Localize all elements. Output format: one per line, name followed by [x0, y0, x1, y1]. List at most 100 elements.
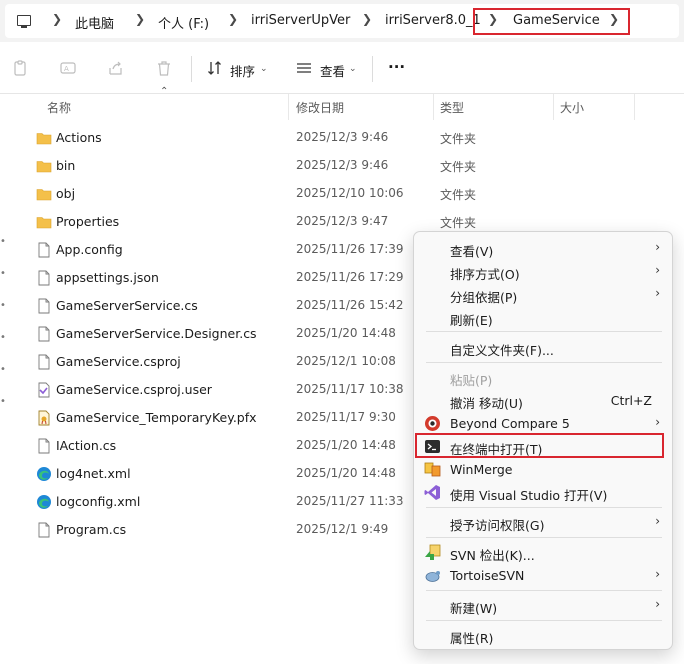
computer-icon[interactable]: [17, 15, 31, 28]
chevron-right-icon[interactable]: ❯: [228, 12, 238, 26]
file-name: Actions: [56, 130, 102, 145]
breadcrumb-item-folder[interactable]: irriServerUpVer: [251, 13, 350, 28]
file-name: Program.cs: [56, 522, 127, 537]
svg-text:A: A: [64, 65, 69, 73]
file-type: 文件夹: [440, 188, 477, 202]
pin-icon[interactable]: •: [0, 364, 10, 375]
file-date: 2025/11/17 9:30: [296, 410, 396, 424]
file-row[interactable]: log4net.xml 2025/1/20 14:48: [20, 460, 420, 488]
breadcrumb-item-pc[interactable]: 此电脑: [75, 13, 114, 32]
menu-item-group[interactable]: 分组依据(P) ›: [414, 283, 672, 306]
file-row[interactable]: bin 2025/12/3 9:46 文件夹: [20, 152, 476, 180]
menu-item-new[interactable]: 新建(W) ›: [414, 594, 672, 617]
menu-shortcut: Ctrl+Z: [610, 393, 652, 408]
menu-item-beyond-compare[interactable]: Beyond Compare 5 ›: [414, 412, 672, 435]
menu-separator: [426, 362, 662, 363]
file-date: 2025/12/3 9:47: [296, 214, 389, 228]
chevron-right-icon[interactable]: ❯: [52, 12, 62, 26]
column-divider[interactable]: [634, 94, 635, 120]
menu-item-properties[interactable]: 属性(R): [414, 624, 672, 647]
file-row[interactable]: GameServerService.Designer.cs 2025/1/20 1…: [20, 320, 420, 348]
file-row[interactable]: Properties 2025/12/3 9:47 文件夹: [20, 208, 476, 236]
menu-item-customize[interactable]: 自定义文件夹(F)...: [414, 336, 672, 359]
menu-label: SVN 检出(K)...: [450, 548, 535, 563]
pin-icon[interactable]: •: [0, 268, 10, 279]
menu-item-visual-studio[interactable]: 使用 Visual Studio 打开(V): [414, 481, 672, 504]
menu-item-undo[interactable]: 撤消 移动(U) Ctrl+Z: [414, 389, 672, 412]
folder-icon: [36, 214, 52, 230]
file-row[interactable]: obj 2025/12/10 10:06 文件夹: [20, 180, 476, 208]
menu-item-svn-checkout[interactable]: SVN 检出(K)...: [414, 541, 672, 564]
column-divider[interactable]: [553, 94, 554, 120]
pin-icon[interactable]: •: [0, 332, 10, 343]
more-options-button[interactable]: ···: [388, 58, 405, 76]
vs-file-icon: [36, 382, 52, 398]
paste-icon[interactable]: [12, 60, 28, 76]
menu-separator: [426, 537, 662, 538]
chevron-right-icon: ›: [655, 567, 660, 581]
file-icon: [36, 522, 52, 538]
pin-icon[interactable]: •: [0, 396, 10, 407]
file-icon: [36, 354, 52, 370]
chevron-right-icon[interactable]: ❯: [135, 12, 145, 26]
chevron-down-icon[interactable]: ⌄: [349, 64, 357, 74]
file-row[interactable]: GameService_TemporaryKey.pfx 2025/11/17 9…: [20, 404, 420, 432]
file-row[interactable]: Program.cs 2025/12/1 9:49: [20, 516, 420, 544]
menu-separator: [426, 331, 662, 332]
rename-icon[interactable]: A: [60, 60, 76, 76]
file-row[interactable]: Actions 2025/12/3 9:46 文件夹: [20, 124, 476, 152]
menu-label: Beyond Compare 5: [450, 416, 570, 431]
column-divider[interactable]: [288, 94, 289, 120]
menu-separator: [426, 620, 662, 621]
column-header-size[interactable]: 大小: [560, 99, 584, 125]
chevron-right-icon: ›: [655, 514, 660, 528]
file-date: 2025/11/27 11:33: [296, 494, 404, 508]
chevron-right-icon[interactable]: ❯: [362, 12, 372, 26]
file-row[interactable]: appsettings.json 2025/11/26 17:29: [20, 264, 420, 292]
visual-studio-icon: [424, 485, 440, 500]
sort-icon[interactable]: [207, 60, 223, 76]
pin-icon[interactable]: •: [0, 236, 10, 247]
menu-label: WinMerge: [450, 462, 513, 477]
view-icon[interactable]: [296, 60, 312, 76]
command-bar: A 排序 ⌄ 查看 ⌄ ···: [0, 42, 684, 94]
menu-item-tortoisesvn[interactable]: TortoiseSVN ›: [414, 564, 672, 587]
chevron-right-icon: ›: [655, 286, 660, 300]
file-date: 2025/12/10 10:06: [296, 186, 404, 200]
tortoisesvn-icon: [425, 571, 440, 582]
view-button[interactable]: 查看: [320, 61, 345, 80]
file-icon: [36, 242, 52, 258]
highlight-box: [415, 433, 664, 458]
column-divider[interactable]: [433, 94, 434, 120]
file-row[interactable]: GameService.csproj 2025/12/1 10:08: [20, 348, 420, 376]
column-header-modified[interactable]: 修改日期: [296, 99, 344, 125]
menu-item-paste[interactable]: 粘贴(P): [414, 366, 672, 389]
file-row[interactable]: GameServerService.cs 2025/11/26 15:42: [20, 292, 420, 320]
file-row[interactable]: IAction.cs 2025/1/20 14:48: [20, 432, 420, 460]
file-row[interactable]: App.config 2025/11/26 17:39: [20, 236, 420, 264]
share-icon[interactable]: [108, 60, 124, 76]
menu-separator: [426, 507, 662, 508]
delete-icon[interactable]: [156, 60, 172, 76]
menu-item-grant-access[interactable]: 授予访问权限(G) ›: [414, 511, 672, 534]
menu-item-winmerge[interactable]: WinMerge: [414, 458, 672, 481]
toolbar-divider: [372, 56, 373, 82]
column-header-name[interactable]: 名称: [47, 99, 71, 125]
menu-item-refresh[interactable]: 刷新(E): [414, 306, 672, 329]
file-row[interactable]: GameService.csproj.user 2025/11/17 10:38: [20, 376, 420, 404]
menu-item-sort[interactable]: 排序方式(O) ›: [414, 260, 672, 283]
menu-label: 查看(V): [450, 244, 494, 259]
sort-button[interactable]: 排序: [230, 61, 255, 80]
column-header-type[interactable]: 类型: [440, 99, 464, 125]
menu-label: 撤消 移动(U): [450, 396, 523, 411]
file-date: 2025/11/26 15:42: [296, 298, 404, 312]
file-date: 2025/1/20 14:48: [296, 326, 396, 340]
file-row[interactable]: logconfig.xml 2025/11/27 11:33: [20, 488, 420, 516]
chevron-down-icon[interactable]: ⌄: [260, 64, 268, 74]
breadcrumb-item-drive[interactable]: 个人 (F:): [158, 13, 209, 32]
chevron-right-icon: ›: [655, 240, 660, 254]
chevron-right-icon: ›: [655, 597, 660, 611]
menu-item-view[interactable]: 查看(V) ›: [414, 237, 672, 260]
pin-icon[interactable]: •: [0, 300, 10, 311]
breadcrumb-item-subfolder[interactable]: irriServer8.0_1: [385, 13, 481, 28]
